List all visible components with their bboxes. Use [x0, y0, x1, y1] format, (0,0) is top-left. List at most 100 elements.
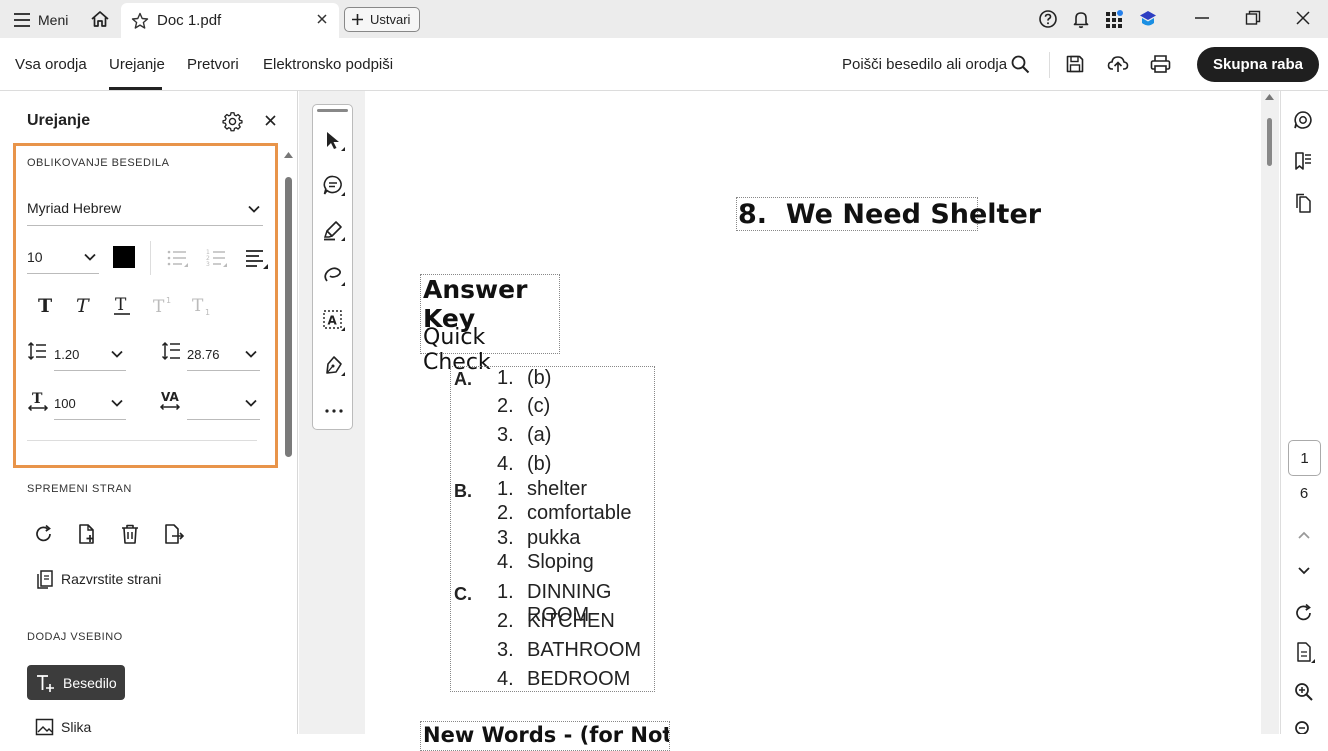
learning-cap-icon[interactable]	[1138, 9, 1158, 29]
subscript-icon[interactable]: T1	[191, 295, 213, 317]
sign-pen-icon[interactable]	[322, 354, 346, 378]
select-cursor-icon[interactable]	[322, 129, 346, 153]
insert-page-icon[interactable]	[77, 523, 97, 545]
answer-text[interactable]: Sloping	[527, 551, 594, 574]
search-icon[interactable]	[1011, 55, 1030, 74]
comment-icon[interactable]	[322, 174, 346, 198]
numbered-list-icon[interactable]: 123	[205, 247, 229, 271]
font-size-dropdown[interactable]: 10	[27, 244, 99, 274]
close-tab-icon[interactable]	[315, 12, 329, 26]
answer-text[interactable]: KITCHEN	[527, 610, 615, 633]
answer-text[interactable]: (a)	[527, 424, 551, 447]
current-page-field[interactable]: 1	[1288, 440, 1321, 476]
answer-text[interactable]: comfortable	[527, 502, 632, 525]
bold-icon[interactable]: T	[36, 295, 54, 315]
save-icon[interactable]	[1065, 54, 1085, 74]
tab-edit[interactable]: Urejanje	[109, 56, 165, 73]
zoom-out-icon[interactable]	[1294, 720, 1314, 734]
item-number[interactable]: 1.	[497, 478, 514, 501]
document-scrollbar-thumb[interactable]	[1267, 118, 1272, 166]
text-box-new-words[interactable]: New Words - (for Notebook)	[420, 721, 670, 751]
zoom-in-icon[interactable]	[1294, 682, 1314, 702]
answer-text[interactable]: (c)	[527, 395, 550, 418]
item-number[interactable]: 1.	[497, 581, 514, 604]
answer-text[interactable]: BEDROOM	[527, 668, 630, 691]
tab-all-tools[interactable]: Vsa orodja	[15, 56, 87, 73]
document-tab[interactable]: Doc 1.pdf	[121, 3, 339, 38]
answer-text[interactable]: BATHROOM	[527, 639, 641, 662]
organize-pages-icon[interactable]	[35, 569, 55, 589]
tab-e-sign[interactable]: Elektronsko podpiši	[263, 56, 393, 73]
add-text-button[interactable]: Besedilo	[27, 665, 125, 700]
page-layout-icon[interactable]	[1295, 641, 1315, 663]
rotate-page-icon[interactable]	[34, 524, 54, 544]
home-button[interactable]	[90, 9, 110, 29]
bell-icon[interactable]	[1071, 9, 1091, 29]
chapter-heading[interactable]: 8. We Need Shelter	[738, 199, 1041, 230]
bookmark-list-icon[interactable]	[1293, 151, 1313, 171]
menu-button[interactable]: Meni	[14, 9, 68, 31]
organize-pages-link[interactable]: Razvrstite strani	[61, 571, 161, 587]
apps-grid-icon[interactable]	[1105, 9, 1125, 29]
item-number[interactable]: 2.	[497, 502, 514, 525]
rail-grip[interactable]	[317, 109, 348, 112]
group-letter[interactable]: A.	[454, 369, 472, 390]
extract-page-icon[interactable]	[163, 523, 185, 545]
restore-icon[interactable]	[1244, 9, 1262, 27]
bullet-list-icon[interactable]	[166, 247, 190, 271]
item-number[interactable]: 1.	[497, 367, 514, 390]
horizontal-scale-dropdown[interactable]: 100	[54, 390, 126, 420]
trash-icon[interactable]	[120, 523, 140, 545]
align-left-icon[interactable]	[245, 247, 269, 271]
item-number[interactable]: 3.	[497, 424, 514, 447]
new-words-heading[interactable]: New Words - (for Notebook)	[423, 723, 669, 747]
draw-lasso-icon[interactable]	[322, 264, 346, 288]
font-family-dropdown[interactable]: Myriad Hebrew	[27, 196, 263, 226]
create-button[interactable]: Ustvari	[344, 7, 420, 32]
item-number[interactable]: 2.	[497, 395, 514, 418]
text-box-icon[interactable]: A	[322, 309, 346, 333]
underline-icon[interactable]: T	[112, 295, 132, 317]
answer-text[interactable]: (b)	[527, 367, 551, 390]
line-spacing-dropdown[interactable]: 1.20	[54, 341, 126, 371]
minimize-icon[interactable]	[1193, 9, 1211, 27]
help-icon[interactable]	[1038, 9, 1058, 29]
text-color-swatch[interactable]	[113, 246, 135, 268]
text-box-heading[interactable]: 8. We Need Shelter	[736, 197, 1041, 231]
item-number[interactable]: 4.	[497, 453, 514, 476]
share-button[interactable]: Skupna raba	[1197, 47, 1319, 82]
item-number[interactable]: 4.	[497, 668, 514, 691]
answer-text[interactable]: pukka	[527, 527, 580, 550]
pdf-page[interactable]: 8. We Need Shelter Answer Key Quick Chec…	[365, 91, 1261, 751]
panel-scrollbar-thumb[interactable]	[285, 177, 292, 457]
answer-text[interactable]: (b)	[527, 453, 551, 476]
item-number[interactable]: 4.	[497, 551, 514, 574]
paragraph-spacing-dropdown[interactable]: 28.76	[187, 341, 260, 371]
cloud-upload-icon[interactable]	[1107, 53, 1129, 75]
character-spacing-dropdown[interactable]	[187, 390, 260, 420]
star-icon[interactable]	[131, 12, 149, 30]
add-image-link[interactable]: Slika	[61, 719, 91, 735]
item-number[interactable]: 3.	[497, 639, 514, 662]
previous-page-icon[interactable]	[1297, 529, 1311, 541]
close-window-icon[interactable]	[1294, 9, 1312, 27]
text-box-answers[interactable]: A. 1. (b) 2. (c) 3. (a) 4. (b) B. 1. she…	[450, 366, 655, 692]
print-icon[interactable]	[1150, 54, 1171, 74]
text-box-answer-key[interactable]: Answer Key Quick Check	[420, 274, 560, 375]
image-icon[interactable]	[35, 718, 55, 736]
search-tools-label[interactable]: Poišči besedilo ali orodja	[842, 56, 1007, 73]
page-thumbnails-icon[interactable]	[1293, 193, 1313, 213]
item-number[interactable]: 2.	[497, 610, 514, 633]
scroll-up-arrow-icon[interactable]	[284, 151, 293, 159]
doc-scroll-up-arrow-icon[interactable]	[1265, 93, 1274, 101]
italic-icon[interactable]: T	[74, 295, 94, 315]
close-panel-icon[interactable]	[264, 114, 277, 127]
highlighter-icon[interactable]	[322, 219, 346, 243]
item-number[interactable]: 3.	[497, 527, 514, 550]
ai-assistant-icon[interactable]	[1293, 110, 1313, 130]
tab-convert[interactable]: Pretvori	[187, 56, 239, 73]
group-letter[interactable]: B.	[454, 481, 472, 502]
answer-text[interactable]: shelter	[527, 478, 587, 501]
superscript-icon[interactable]: T1	[152, 295, 174, 315]
next-page-icon[interactable]	[1297, 565, 1311, 577]
